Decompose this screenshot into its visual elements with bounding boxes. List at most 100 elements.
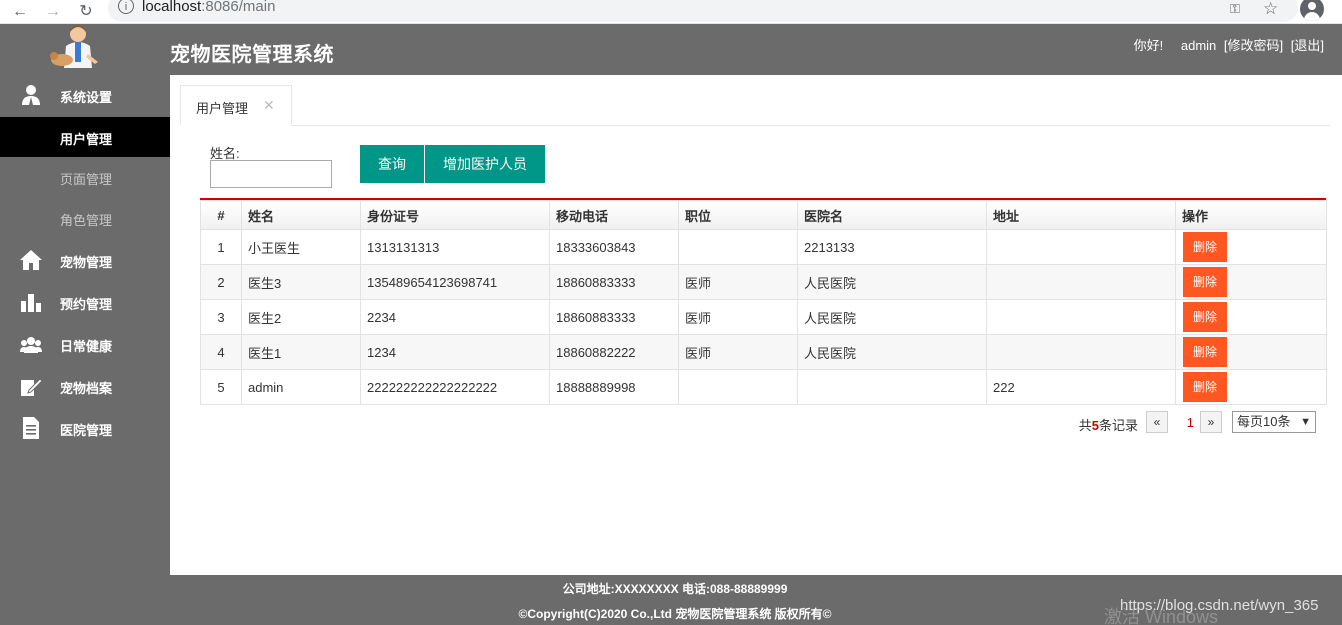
- cell-name: 医生3: [241, 264, 361, 300]
- cell-index: 2: [200, 264, 242, 300]
- cell-address: [986, 334, 1176, 370]
- cell-id-card: 2234: [360, 299, 550, 335]
- record-count-suffix: 条记录: [1098, 418, 1138, 433]
- delete-button[interactable]: 删除: [1183, 232, 1227, 262]
- profile-avatar-icon[interactable]: [1300, 0, 1324, 21]
- key-icon[interactable]: ⚿: [1230, 1, 1240, 17]
- home-icon: [20, 249, 42, 271]
- prev-page-button[interactable]: «: [1146, 411, 1168, 433]
- cell-position: 医师: [678, 299, 798, 335]
- tab-user-management[interactable]: 用户管理 ✕: [180, 85, 292, 126]
- col-header-index: #: [200, 200, 242, 230]
- cell-address: [986, 264, 1176, 300]
- col-header-position: 职位: [678, 200, 798, 230]
- cell-action: 删除: [1175, 369, 1327, 405]
- cell-action: 删除: [1175, 299, 1327, 335]
- cell-hospital: 人民医院: [797, 299, 987, 335]
- user-table: # 姓名 身份证号 移动电话 职位 医院名 地址 操作 1 小王医生 13131…: [200, 200, 1327, 405]
- user-table-container: # 姓名 身份证号 移动电话 职位 医院名 地址 操作 1 小王医生 13131…: [200, 198, 1327, 405]
- query-button[interactable]: 查询: [360, 145, 424, 183]
- cell-action: 删除: [1175, 334, 1327, 370]
- group-icon: [20, 333, 42, 355]
- cell-id-card: 1234: [360, 334, 550, 370]
- next-page-button[interactable]: »: [1200, 411, 1222, 433]
- sidebar-item-label: 医院管理: [60, 423, 113, 438]
- bar-chart-icon: [20, 291, 42, 313]
- info-icon[interactable]: i: [118, 0, 134, 14]
- delete-button[interactable]: 删除: [1183, 372, 1227, 402]
- address-bar[interactable]: i localhost:8086/main: [108, 0, 1298, 22]
- edit-icon: [20, 375, 43, 397]
- reload-icon[interactable]: ↻: [76, 2, 96, 22]
- table-row: 1 小王医生 1313131313 18333603843 2213133 删除: [200, 229, 1327, 265]
- cell-hospital: 人民医院: [797, 264, 987, 300]
- sidebar-item-hospital-management[interactable]: 医院管理: [0, 408, 170, 448]
- star-icon[interactable]: ☆: [1263, 0, 1278, 19]
- cell-hospital: 2213133: [797, 229, 987, 265]
- record-count-prefix: 共: [1078, 418, 1092, 433]
- forward-arrow-icon[interactable]: →: [43, 2, 63, 22]
- table-row: 2 医生3 135489654123698741 18860883333 医师 …: [200, 264, 1327, 300]
- sidebar-item-label: 页面管理: [60, 172, 113, 187]
- logo: [48, 24, 104, 74]
- col-header-address: 地址: [986, 200, 1176, 230]
- cell-address: [986, 299, 1176, 335]
- sidebar-item-label: 系统设置: [60, 90, 113, 105]
- footer-contact: 公司地址:XXXXXXXX 电话:088-88889999: [562, 582, 788, 596]
- sidebar-item-label: 日常健康: [60, 339, 113, 354]
- name-search-input[interactable]: [210, 160, 332, 188]
- sidebar-item-page-management[interactable]: 页面管理: [0, 157, 170, 197]
- table-row: 4 医生1 1234 18860882222 医师 人民医院 删除: [200, 334, 1327, 370]
- sidebar-item-user-management[interactable]: 用户管理: [0, 117, 170, 157]
- document-icon: [20, 417, 42, 439]
- delete-button[interactable]: 删除: [1183, 302, 1227, 332]
- main-content: 用户管理 ✕ 姓名: 查询 增加医护人员 # 姓名 身份证号 移动电话 职位 医…: [170, 75, 1342, 575]
- current-page[interactable]: 1: [1187, 415, 1194, 430]
- cell-action: 删除: [1175, 229, 1327, 265]
- cell-index: 5: [200, 369, 242, 405]
- cell-position: [678, 369, 798, 405]
- cell-id-card: 222222222222222222: [360, 369, 550, 405]
- tab-label: 用户管理: [196, 101, 249, 116]
- cell-position: 医师: [678, 264, 798, 300]
- cell-index: 3: [200, 299, 242, 335]
- col-header-hospital: 医院名: [797, 200, 987, 230]
- cell-address: 222: [986, 369, 1176, 405]
- user-area: 你好! admin [修改密码] [退出]: [1130, 35, 1324, 54]
- sidebar-item-daily-health[interactable]: 日常健康: [0, 324, 170, 364]
- url-text[interactable]: localhost:8086/main: [142, 0, 275, 15]
- cell-name: 医生2: [241, 299, 361, 335]
- blog-watermark: https://blog.csdn.net/wyn_365: [1120, 597, 1319, 614]
- sidebar-item-label: 角色管理: [60, 213, 113, 228]
- sidebar-item-system-settings[interactable]: 系统设置: [0, 75, 170, 115]
- sidebar-item-role-management[interactable]: 角色管理: [0, 198, 170, 238]
- logout-link[interactable]: [退出]: [1291, 38, 1324, 53]
- tab-bar: 用户管理 ✕: [180, 85, 1330, 126]
- cell-index: 4: [200, 334, 242, 370]
- cell-name: 小王医生: [241, 229, 361, 265]
- back-arrow-icon[interactable]: ←: [10, 2, 30, 22]
- page-size-value: 每页10条: [1237, 414, 1291, 429]
- delete-button[interactable]: 删除: [1183, 337, 1227, 367]
- chevron-down-icon: ▼: [1300, 416, 1311, 428]
- cell-hospital: [797, 369, 987, 405]
- sidebar-item-appointment-management[interactable]: 预约管理: [0, 282, 170, 322]
- cell-address: [986, 229, 1176, 265]
- delete-button[interactable]: 删除: [1183, 267, 1227, 297]
- cell-phone: 18888889998: [549, 369, 679, 405]
- col-header-phone: 移动电话: [549, 200, 679, 230]
- add-medical-staff-button[interactable]: 增加医护人员: [425, 145, 545, 183]
- change-password-link[interactable]: [修改密码]: [1224, 38, 1283, 53]
- cell-phone: 18860883333: [549, 264, 679, 300]
- app-header: 宠物医院管理系统 你好! admin [修改密码] [退出]: [0, 24, 1342, 75]
- close-icon[interactable]: ✕: [263, 97, 275, 114]
- record-count: 共5条记录: [1079, 415, 1138, 434]
- sidebar-item-pet-records[interactable]: 宠物档案: [0, 366, 170, 406]
- browser-toolbar: ← → ↻ i localhost:8086/main ⚿ ☆: [0, 0, 1342, 24]
- sidebar-item-pet-management[interactable]: 宠物管理: [0, 240, 170, 280]
- pagination: 共5条记录 « 1 » 每页10条 ▼: [1056, 411, 1316, 435]
- cell-phone: 18333603843: [549, 229, 679, 265]
- sidebar-item-label: 预约管理: [60, 297, 113, 312]
- page-size-select[interactable]: 每页10条 ▼: [1232, 411, 1316, 433]
- table-row: 5 admin 222222222222222222 18888889998 2…: [200, 369, 1327, 405]
